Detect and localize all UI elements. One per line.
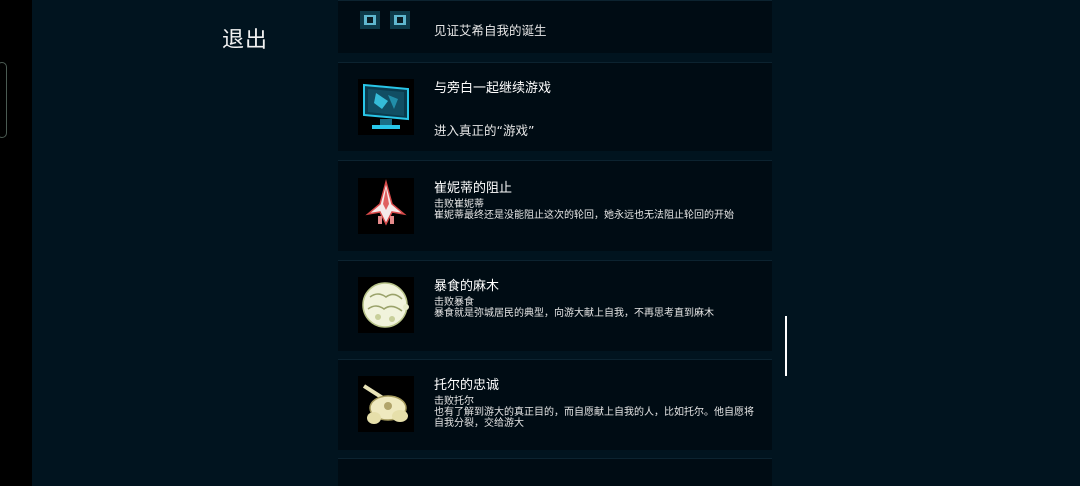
achievement-card[interactable]: 与旁白一起继续游戏 进入真正的“游戏” — [338, 62, 772, 151]
achievement-subtitle: 击败暴食 — [434, 297, 474, 308]
achievement-subtitle: 击败崔妮蒂 — [434, 199, 484, 210]
monitor-icon — [358, 79, 414, 135]
achievement-description: 暴食就是弥城居民的典型，向游大献上自我，不再思考直到麻木 — [434, 308, 714, 319]
achievement-card[interactable]: 暴食的麻木 击败暴食 暴食就是弥城居民的典型，向游大献上自我，不再思考直到麻木 — [338, 260, 772, 351]
scrollbar[interactable] — [785, 316, 787, 376]
exit-button[interactable]: 退出 — [222, 22, 268, 54]
achievement-description: 崔妮蒂最终还是没能阻止这次的轮回，她永远也无法阻止轮回的开始 — [434, 210, 734, 221]
achievement-description: 见证艾希自我的诞生 — [434, 23, 547, 38]
left-edge-strip — [0, 0, 32, 486]
achievement-list[interactable]: 见证艾希自我的诞生 与旁白一起继续游戏 进入真正的“游戏” 崔妮蒂的阻止 击败崔… — [338, 0, 772, 486]
achievement-card[interactable]: 见证艾希自我的诞生 — [338, 0, 772, 53]
achievements-screen: 退出 见证艾希自我的诞生 与旁白一起继续游戏 进入真正的“游戏” 崔妮蒂的阻止 … — [0, 0, 1080, 486]
achievement-card[interactable] — [338, 458, 772, 486]
spaceship-icon — [358, 178, 414, 234]
achievement-subtitle: 击败托尔 — [434, 396, 474, 407]
side-handle[interactable] — [0, 62, 7, 138]
achievement-title: 托尔的忠诚 — [434, 378, 500, 393]
glutton-icon — [358, 277, 414, 333]
achievement-description: 进入真正的“游戏” — [434, 123, 535, 138]
portrait-icon — [358, 0, 414, 37]
tank-icon — [358, 376, 414, 432]
achievement-card[interactable]: 崔妮蒂的阻止 击败崔妮蒂 崔妮蒂最终还是没能阻止这次的轮回，她永远也无法阻止轮回… — [338, 160, 772, 251]
achievement-title: 崔妮蒂的阻止 — [434, 181, 513, 196]
achievement-title: 暴食的麻木 — [434, 279, 500, 294]
achievement-title: 与旁白一起继续游戏 — [434, 81, 552, 96]
achievement-description: 也有了解到游大的真正目的，而自愿献上自我的人，比如托尔。他自愿将自我分裂，交给游… — [434, 407, 754, 429]
achievement-card[interactable]: 托尔的忠诚 击败托尔 也有了解到游大的真正目的，而自愿献上自我的人，比如托尔。他… — [338, 359, 772, 450]
